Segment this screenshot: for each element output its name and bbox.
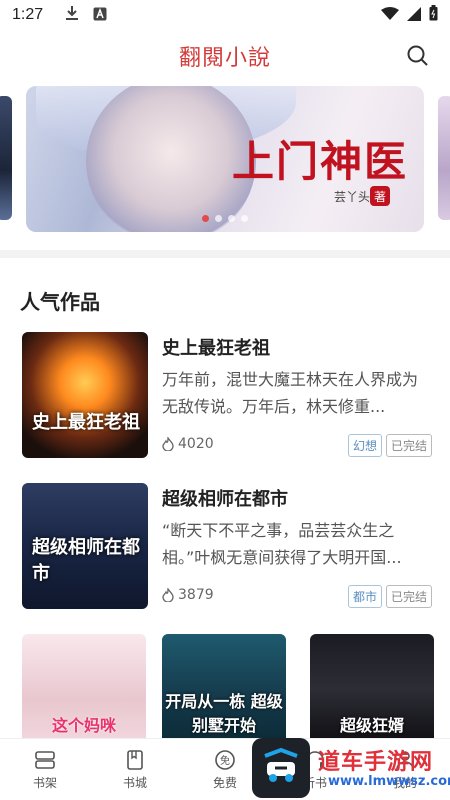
book-grid: 这个妈咪 开局从一栋 超级别墅开始 超级狂婿 [22, 634, 434, 744]
genre-tag: 幻想 [347, 434, 382, 457]
book-popularity: 3879 [162, 587, 214, 603]
book-item[interactable]: 史上最狂老祖 史上最狂老祖 万年前，混世大魔王林天在人界成为无敌传说。万年后，林… [22, 332, 432, 460]
book-item[interactable]: 超级相师在都市 超级相师在都市 “断天下不平之事，品芸芸众生之相。”叶枫无意间获… [22, 483, 432, 611]
cover-title: 超级狂婿 [339, 716, 404, 735]
status-bar: 1:27 [0, 0, 450, 30]
section-divider [0, 250, 450, 258]
book-cover[interactable]: 开局从一栋 超级别墅开始 [162, 634, 286, 744]
banner-character [86, 86, 256, 232]
svg-text:免: 免 [220, 754, 230, 767]
nav-label: 免费 [212, 776, 237, 790]
banner-prev-slide[interactable] [0, 96, 12, 220]
cover-title: 这个妈咪 [51, 716, 116, 735]
status-tag: 已完结 [385, 585, 432, 608]
carousel-dot[interactable] [228, 215, 235, 222]
cover-title: 开局从一栋 超级别墅开始 [165, 692, 283, 735]
signal-icon [407, 6, 421, 25]
battery-icon [429, 5, 438, 25]
watermark-text: 道车手游网 [318, 750, 434, 775]
carousel-dot[interactable] [215, 215, 222, 222]
status-time: 1:27 [12, 6, 44, 23]
book-description: 万年前，混世大魔王林天在人界成为无敌传说。万年后，林天修重... [162, 370, 419, 416]
flame-icon [162, 437, 174, 451]
genre-tag: 都市 [347, 585, 382, 608]
app-title: 翻閱小說 [178, 46, 271, 71]
banner-next-slide[interactable] [438, 96, 450, 220]
book-description: “断天下不平之事，品芸芸众生之相。”叶枫无意间获得了大明开国... [162, 521, 402, 567]
banner-seal: 著 [370, 186, 390, 206]
watermark: 道车手游网 www.lmwwsz.com [252, 738, 450, 800]
nav-bookstore[interactable]: 书城 [90, 739, 180, 800]
nav-bookshelf[interactable]: 书架 [0, 739, 90, 800]
wifi-icon [381, 6, 399, 25]
app-header: 翻閱小說 [0, 36, 450, 76]
book-popularity: 4020 [162, 436, 214, 452]
book-title[interactable]: 超级相师在都市 [162, 485, 288, 511]
book-cover[interactable]: 超级相师在都市 [22, 483, 148, 609]
cover-title: 史上最狂老祖 [32, 412, 140, 433]
app-notification-icon [93, 6, 107, 25]
cover-title: 超级相师在都市 [32, 537, 140, 584]
carousel-indicator [202, 215, 248, 222]
book-cover[interactable]: 超级狂婿 [310, 634, 434, 744]
banner-slide[interactable]: 上门神医 芸丫头 著 [26, 86, 424, 232]
status-tag: 已完结 [385, 434, 432, 457]
carousel-dot[interactable] [202, 215, 209, 222]
book-tags: 都市 已完结 [347, 585, 432, 608]
search-icon [407, 45, 428, 66]
banner-carousel[interactable]: 上门神医 芸丫头 著 [0, 86, 450, 232]
banner-author: 芸丫头 [333, 190, 370, 204]
bookstore-icon [123, 748, 147, 772]
flame-icon [162, 588, 174, 602]
section-title: 人气作品 [20, 290, 100, 314]
watermark-url: www.lmwwsz.com [328, 774, 450, 789]
free-icon: 免 [213, 748, 237, 772]
book-cover[interactable]: 这个妈咪 [22, 634, 146, 744]
nav-label: 书架 [32, 776, 57, 790]
bookshelf-icon [33, 748, 57, 772]
nav-label: 书城 [122, 776, 147, 790]
book-tags: 幻想 已完结 [347, 434, 432, 457]
search-button[interactable] [404, 42, 432, 70]
book-title[interactable]: 史上最狂老祖 [162, 334, 270, 360]
banner-title: 上门神医 [231, 137, 408, 186]
popularity-count: 4020 [178, 436, 214, 452]
book-cover[interactable]: 史上最狂老祖 [22, 332, 148, 458]
popularity-count: 3879 [178, 587, 214, 603]
carousel-dot[interactable] [241, 215, 248, 222]
watermark-logo-icon [252, 738, 310, 798]
download-icon [65, 5, 79, 25]
